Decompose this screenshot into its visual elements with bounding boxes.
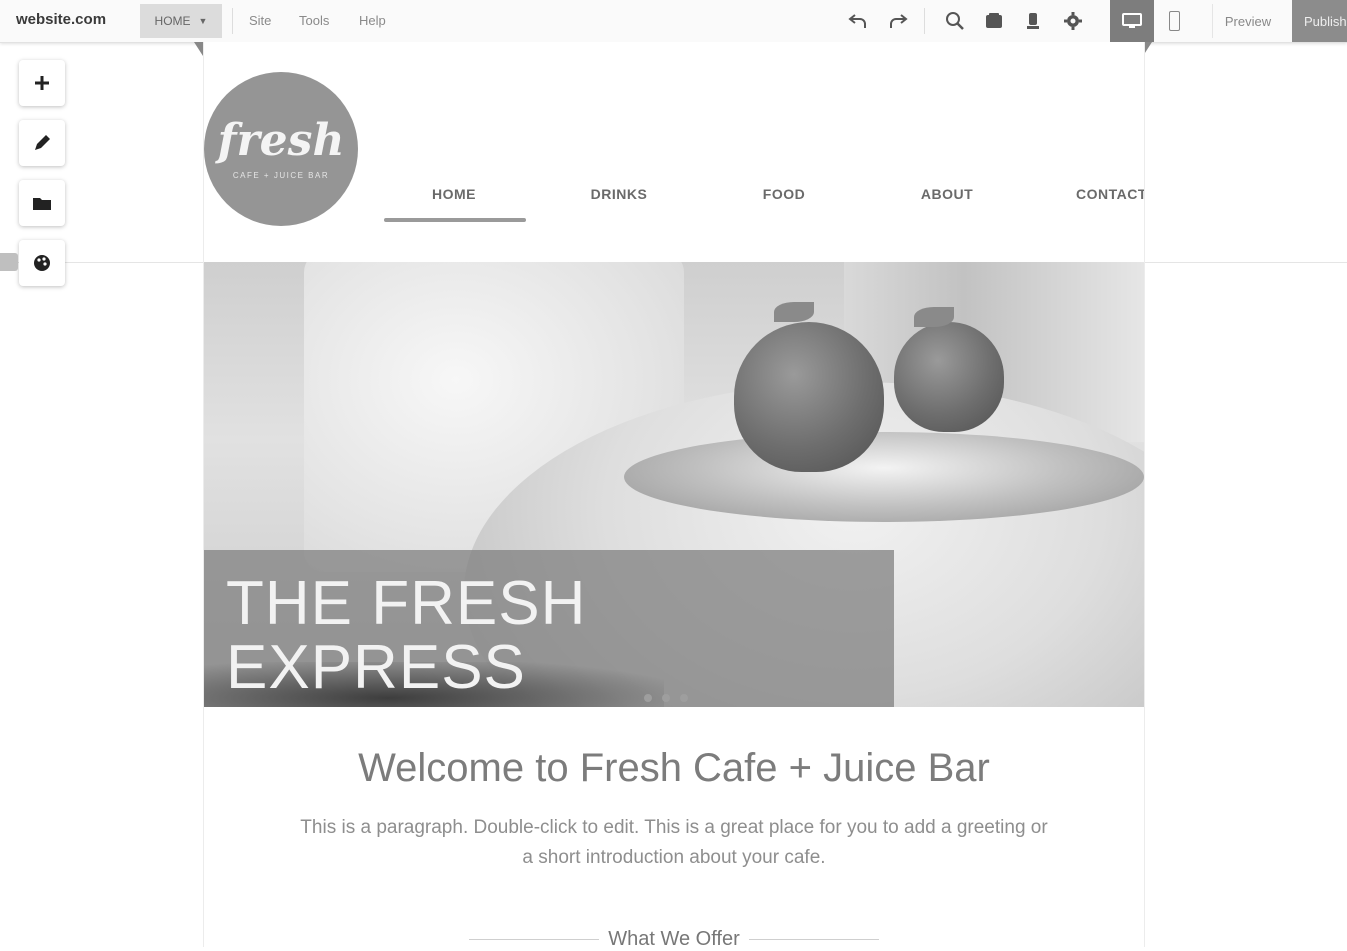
page-selector[interactable]: HOME ▼ bbox=[140, 4, 222, 38]
nav-item-about[interactable]: ABOUT bbox=[877, 186, 1017, 202]
page-icon[interactable] bbox=[982, 9, 1006, 33]
heading-divider-right bbox=[749, 939, 879, 940]
toolbar-divider bbox=[924, 8, 925, 34]
undo-icon[interactable] bbox=[846, 9, 870, 33]
nav-item-food[interactable]: FOOD bbox=[714, 186, 854, 202]
page-selector-value: HOME bbox=[154, 14, 191, 28]
palette-icon bbox=[34, 255, 50, 271]
mobile-icon bbox=[1168, 11, 1180, 31]
desktop-icon bbox=[1122, 13, 1142, 28]
welcome-paragraph[interactable]: This is a paragraph. Double-click to edi… bbox=[299, 813, 1049, 873]
add-element-button[interactable] bbox=[19, 60, 65, 106]
toolbar-divider bbox=[232, 8, 233, 34]
welcome-heading[interactable]: Welcome to Fresh Cafe + Juice Bar bbox=[204, 746, 1144, 791]
hero-banner[interactable]: THE FRESH EXPRESS bbox=[204, 262, 1144, 707]
media-button[interactable] bbox=[19, 180, 65, 226]
nav-item-home[interactable]: HOME bbox=[384, 186, 524, 202]
site-canvas: fresh CAFE + JUICE BAR HOME DRINKS FOOD … bbox=[203, 42, 1145, 950]
hero-title-line-2: EXPRESS bbox=[226, 633, 526, 702]
preview-button[interactable]: Preview bbox=[1212, 4, 1283, 38]
slider-dot[interactable] bbox=[644, 694, 652, 702]
hero-image-strawberry bbox=[734, 322, 884, 472]
slider-dots bbox=[644, 694, 688, 702]
mobile-view-button[interactable] bbox=[1163, 7, 1185, 35]
nav-item-drinks[interactable]: DRINKS bbox=[549, 186, 689, 202]
slider-dot[interactable] bbox=[662, 694, 670, 702]
add-icon bbox=[35, 76, 49, 90]
logo-tagline: CAFE + JUICE BAR bbox=[232, 170, 330, 180]
site-logo[interactable]: fresh CAFE + JUICE BAR bbox=[204, 72, 358, 226]
section-heading[interactable]: What We Offer bbox=[204, 928, 1144, 951]
hero-image-leaf bbox=[774, 302, 814, 322]
menu-help[interactable]: Help bbox=[359, 13, 386, 28]
theme-button[interactable] bbox=[19, 240, 65, 286]
nav-item-contact[interactable]: CONTACT bbox=[1039, 186, 1144, 202]
hero-image-strawberry bbox=[894, 322, 1004, 432]
site-navigation: HOME DRINKS FOOD ABOUT CONTACT bbox=[384, 182, 1144, 228]
folder-icon bbox=[33, 198, 51, 210]
editor-toolbar: website.com HOME ▼ Site Tools Help Previ… bbox=[0, 0, 1347, 43]
settings-icon[interactable] bbox=[1061, 9, 1085, 33]
slider-dot[interactable] bbox=[680, 694, 688, 702]
hero-image-granola bbox=[624, 432, 1144, 522]
upload-icon[interactable] bbox=[1021, 9, 1045, 33]
redo-icon[interactable] bbox=[886, 9, 910, 33]
zoom-icon[interactable] bbox=[943, 9, 967, 33]
hero-image-leaf bbox=[914, 307, 954, 327]
nav-active-indicator bbox=[384, 218, 526, 222]
logo-wordmark: fresh bbox=[217, 114, 345, 166]
desktop-view-button[interactable] bbox=[1110, 0, 1154, 42]
chevron-down-icon: ▼ bbox=[198, 16, 208, 26]
menu-tools[interactable]: Tools bbox=[299, 13, 329, 28]
hero-title-line-1: THE FRESH bbox=[226, 569, 587, 638]
design-button[interactable] bbox=[19, 120, 65, 166]
hero-title[interactable]: THE FRESH EXPRESS bbox=[226, 572, 826, 700]
pencil-icon bbox=[35, 135, 50, 150]
publish-button[interactable]: Publish bbox=[1292, 0, 1347, 42]
site-name[interactable]: website.com bbox=[16, 11, 106, 28]
side-panel-tab[interactable] bbox=[0, 253, 18, 271]
menu-site[interactable]: Site bbox=[249, 13, 271, 28]
